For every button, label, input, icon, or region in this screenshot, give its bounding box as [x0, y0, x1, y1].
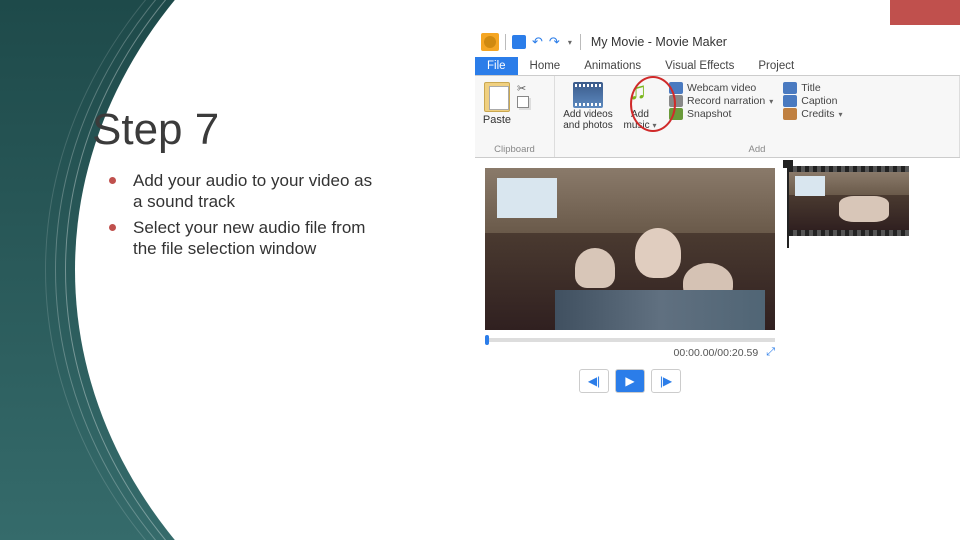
credits-button[interactable]: Credits▾ [783, 108, 842, 120]
playback-controls: ◀| ▶ |▶ [485, 369, 775, 393]
add-music-label: Add music [624, 109, 650, 131]
title-button[interactable]: Title [783, 82, 842, 94]
separator [505, 34, 506, 50]
ribbon-group-clipboard: Paste ✂ Clipboard [475, 76, 555, 157]
caption-button[interactable]: Caption [783, 95, 842, 107]
copy-icon[interactable] [517, 96, 529, 108]
chevron-down-icon[interactable]: ▾ [652, 121, 656, 130]
bullet-item: Select your new audio file from the file… [105, 217, 385, 260]
timeline-pane [785, 158, 960, 478]
paste-icon [484, 82, 510, 112]
add-videos-button[interactable]: Add videos and photos [561, 80, 615, 131]
microphone-icon [669, 95, 683, 107]
title-icon [783, 82, 797, 94]
fullscreen-icon[interactable]: ⤢ [766, 346, 775, 359]
snapshot-button[interactable]: Snapshot [669, 108, 773, 120]
ribbon-group-add: Add videos and photos Add music ▾ Webcam… [555, 76, 960, 157]
webcam-video-button[interactable]: Webcam video [669, 82, 773, 94]
group-label-add: Add [561, 144, 953, 155]
window-title: My Movie - Movie Maker [591, 35, 727, 49]
slide-title: Step 7 [92, 105, 219, 155]
ribbon: Paste ✂ Clipboard Add videos and photos [475, 76, 960, 158]
tab-project[interactable]: Project [746, 57, 806, 75]
tab-file[interactable]: File [475, 57, 518, 75]
preview-pane: 00:00.00/00:20.59 ⤢ ◀| ▶ |▶ [475, 158, 785, 478]
chevron-down-icon[interactable]: ▾ [769, 97, 773, 106]
scrub-bar[interactable] [485, 338, 775, 342]
tab-animations[interactable]: Animations [572, 57, 653, 75]
slide-background [0, 0, 475, 540]
snapshot-icon [669, 108, 683, 120]
clip-thumbnail[interactable] [789, 166, 909, 236]
accent-block [890, 0, 960, 25]
save-icon[interactable] [512, 35, 526, 49]
paste-label: Paste [481, 114, 513, 126]
add-videos-label: Add videos and photos [561, 110, 615, 131]
play-button[interactable]: ▶ [615, 369, 645, 393]
cut-icon[interactable]: ✂ [517, 82, 529, 94]
tab-visual-effects[interactable]: Visual Effects [653, 57, 746, 75]
video-preview[interactable] [485, 168, 775, 330]
timecode: 00:00.00/00:20.59 [674, 347, 759, 359]
app-icon[interactable] [481, 33, 499, 51]
record-narration-button[interactable]: Record narration▾ [669, 95, 773, 107]
stage: 00:00.00/00:20.59 ⤢ ◀| ▶ |▶ [475, 158, 960, 478]
bullet-item: Add your audio to your video as a sound … [105, 170, 385, 213]
bullet-list: Add your audio to your video as a sound … [105, 170, 385, 263]
separator [580, 34, 581, 50]
movie-maker-window: ↶ ↷ ▾ My Movie - Movie Maker File Home A… [475, 30, 960, 470]
chevron-down-icon[interactable]: ▾ [839, 110, 843, 119]
quick-access-toolbar: ↶ ↷ ▾ My Movie - Movie Maker [475, 30, 960, 54]
music-note-icon [629, 82, 651, 108]
group-label-clipboard: Clipboard [481, 144, 548, 155]
undo-icon[interactable]: ↶ [532, 34, 543, 50]
webcam-icon [669, 82, 683, 94]
playhead[interactable] [787, 164, 789, 248]
caption-icon [783, 95, 797, 107]
film-icon [573, 82, 603, 108]
next-frame-button[interactable]: |▶ [651, 369, 681, 393]
credits-icon [783, 108, 797, 120]
redo-icon[interactable]: ↷ [549, 34, 560, 50]
add-music-button[interactable]: Add music ▾ [619, 80, 661, 131]
paste-button[interactable]: Paste [481, 80, 513, 126]
prev-frame-button[interactable]: ◀| [579, 369, 609, 393]
qat-dropdown-icon[interactable]: ▾ [566, 38, 574, 47]
ribbon-tabs: File Home Animations Visual Effects Proj… [475, 54, 960, 76]
tab-home[interactable]: Home [518, 57, 573, 75]
